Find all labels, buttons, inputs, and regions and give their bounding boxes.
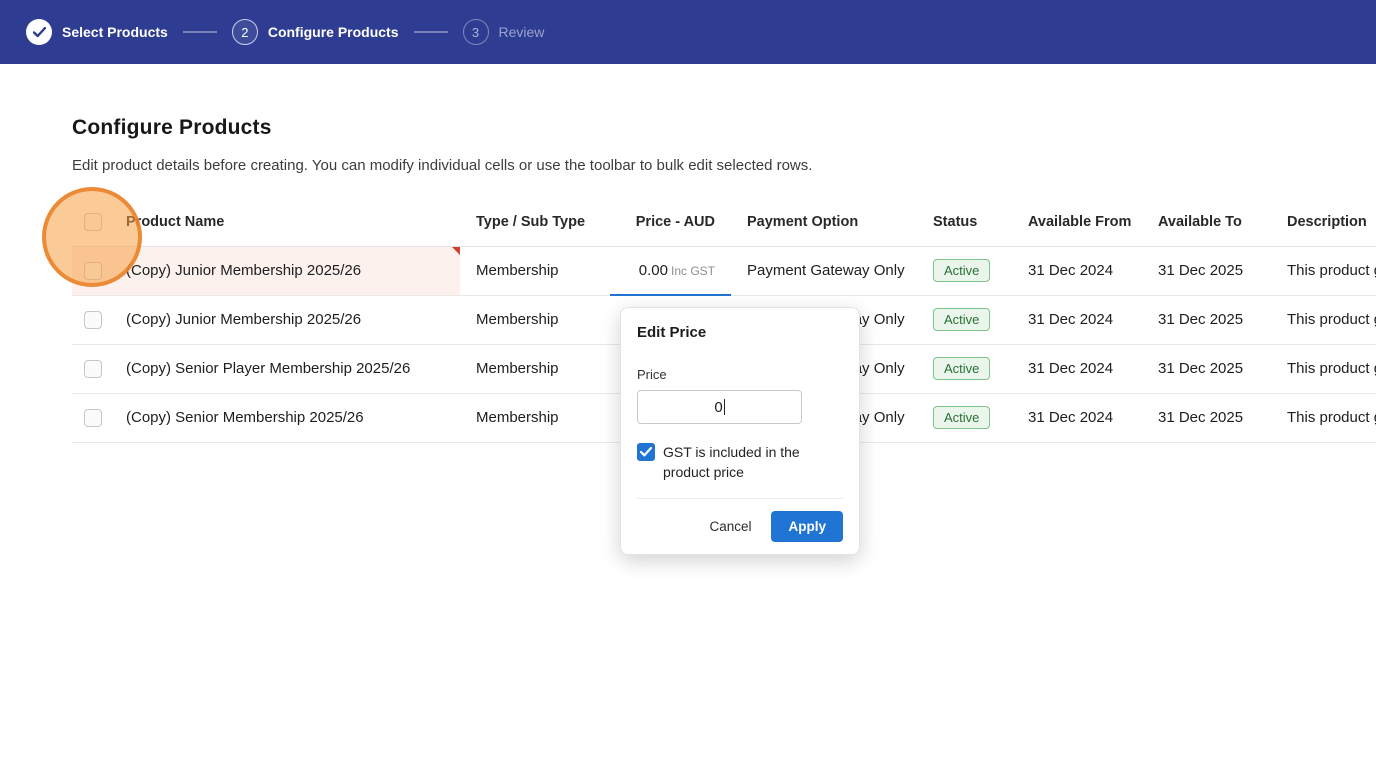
column-header-available-from: Available From <box>1012 198 1142 247</box>
gst-checkbox-label: GST is included in the product price <box>663 444 800 480</box>
page-subtitle: Edit product details before creating. Yo… <box>72 157 813 174</box>
description-cell[interactable]: This product g <box>1271 393 1376 443</box>
text-caret <box>723 399 725 415</box>
product-name-cell[interactable]: (Copy) Junior Membership 2025/26 <box>110 246 460 296</box>
status-badge: Active <box>933 259 991 282</box>
table-row: (Copy) Junior Membership 2025/26 Members… <box>72 246 1376 296</box>
type-cell[interactable]: Membership <box>460 295 610 345</box>
stepper-bar: Select Products 2 Configure Products 3 R… <box>0 0 1376 64</box>
select-all-checkbox[interactable] <box>84 212 102 231</box>
status-badge: Active <box>933 406 991 429</box>
available-from-cell[interactable]: 31 Dec 2024 <box>1012 344 1142 394</box>
product-name-cell[interactable]: (Copy) Junior Membership 2025/26 <box>110 295 460 345</box>
available-to-cell[interactable]: 31 Dec 2025 <box>1142 295 1271 345</box>
step-select-products[interactable]: Select Products <box>26 19 168 45</box>
product-name-cell[interactable]: (Copy) Senior Membership 2025/26 <box>110 393 460 443</box>
step-number: 3 <box>462 19 489 45</box>
column-header-status: Status <box>917 198 1012 247</box>
apply-button[interactable]: Apply <box>771 511 843 542</box>
column-header-available-to: Available To <box>1142 198 1271 247</box>
status-badge: Active <box>933 308 991 331</box>
available-to-cell[interactable]: 31 Dec 2025 <box>1142 393 1271 443</box>
status-badge: Active <box>933 357 991 380</box>
available-to-cell[interactable]: 31 Dec 2025 <box>1142 246 1271 296</box>
type-cell[interactable]: Membership <box>460 344 610 394</box>
step-number: 2 <box>231 19 258 45</box>
type-cell[interactable]: Membership <box>460 246 610 296</box>
price-input-value: 0 <box>714 398 723 416</box>
column-header-description: Description <box>1271 198 1376 247</box>
available-from-cell[interactable]: 31 Dec 2024 <box>1012 246 1142 296</box>
step-label: Review <box>498 24 545 40</box>
available-from-cell[interactable]: 31 Dec 2024 <box>1012 393 1142 443</box>
row-checkbox[interactable] <box>84 310 102 329</box>
description-cell[interactable]: This product g <box>1271 344 1376 394</box>
status-cell[interactable]: Active <box>917 246 1012 296</box>
price-input[interactable]: 0 <box>637 390 802 424</box>
description-cell[interactable]: This product g <box>1271 246 1376 296</box>
row-checkbox[interactable] <box>84 261 102 280</box>
column-header-type: Type / Sub Type <box>460 198 610 247</box>
cancel-button[interactable]: Cancel <box>699 512 761 541</box>
column-header-price: Price - AUD <box>610 198 731 247</box>
popover-title: Edit Price <box>637 324 707 341</box>
price-cell[interactable]: 0.00 Inc GST <box>610 246 731 296</box>
step-label: Select Products <box>62 24 168 40</box>
table-header-row: Product Name Type / Sub Type Price - AUD… <box>72 198 1376 247</box>
row-checkbox[interactable] <box>84 359 102 378</box>
step-label: Configure Products <box>267 24 399 40</box>
payment-option-cell[interactable]: Payment Gateway Only <box>731 246 917 296</box>
column-header-product-name: Product Name <box>110 198 460 247</box>
step-connector <box>413 31 448 33</box>
page-title: Configure Products <box>72 116 272 139</box>
step-connector <box>182 31 217 33</box>
gst-included-checkbox[interactable] <box>637 443 655 461</box>
description-cell[interactable]: This product g <box>1271 295 1376 345</box>
check-icon <box>26 19 52 45</box>
error-flag-icon <box>452 246 460 255</box>
price-field-label: Price <box>637 367 667 382</box>
row-checkbox[interactable] <box>84 408 102 427</box>
edit-price-popover: Edit Price Price 0 GST is included in th… <box>620 307 860 555</box>
step-review[interactable]: 3 Review <box>462 19 545 45</box>
step-configure-products[interactable]: 2 Configure Products <box>231 19 399 45</box>
status-cell[interactable]: Active <box>917 295 1012 345</box>
status-cell[interactable]: Active <box>917 393 1012 443</box>
available-from-cell[interactable]: 31 Dec 2024 <box>1012 295 1142 345</box>
column-header-payment: Payment Option <box>731 198 917 247</box>
product-name-cell[interactable]: (Copy) Senior Player Membership 2025/26 <box>110 344 460 394</box>
available-to-cell[interactable]: 31 Dec 2025 <box>1142 344 1271 394</box>
type-cell[interactable]: Membership <box>460 393 610 443</box>
status-cell[interactable]: Active <box>917 344 1012 394</box>
